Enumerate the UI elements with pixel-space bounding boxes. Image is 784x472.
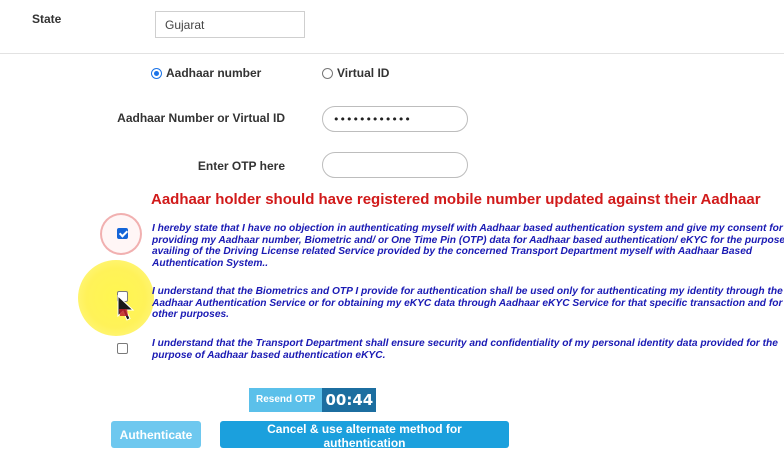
consent-text-3: I understand that the Transport Departme… [152,338,778,361]
authenticate-button[interactable]: Authenticate [111,421,201,448]
state-field: Gujarat [155,11,305,38]
consent-text-1: I hereby state that I have no objection … [152,223,784,269]
mobile-registration-warning: Aadhaar holder should have registered mo… [151,191,761,208]
consent-checkbox-1[interactable] [117,228,128,239]
mouse-pointer-icon [117,294,135,321]
otp-timer-group: Resend OTP 00:44 [249,388,377,412]
radio-selected-icon[interactable] [151,67,162,79]
resend-otp-button[interactable]: Resend OTP [249,388,323,412]
radio-virtual-id[interactable]: Virtual ID [322,66,389,80]
otp-input[interactable] [322,152,468,178]
state-label: State [32,12,62,26]
otp-countdown: 00:44 [322,388,377,412]
radio-unselected-icon[interactable] [322,67,333,79]
section-divider [0,53,784,54]
aadhaar-number-input[interactable] [322,106,468,132]
radio-aadhaar-number-label: Aadhaar number [166,66,262,80]
otp-label: Enter OTP here [197,159,285,173]
radio-virtual-id-label: Virtual ID [337,66,390,80]
cancel-alternate-method-button[interactable]: Cancel & use alternate method for authen… [220,421,509,450]
aadhaar-number-label: Aadhaar Number or Virtual ID [117,111,285,125]
consent-checkbox-3[interactable] [117,343,128,354]
radio-aadhaar-number[interactable]: Aadhaar number [151,66,261,80]
consent-text-2: I understand that the Biometrics and OTP… [152,286,784,321]
